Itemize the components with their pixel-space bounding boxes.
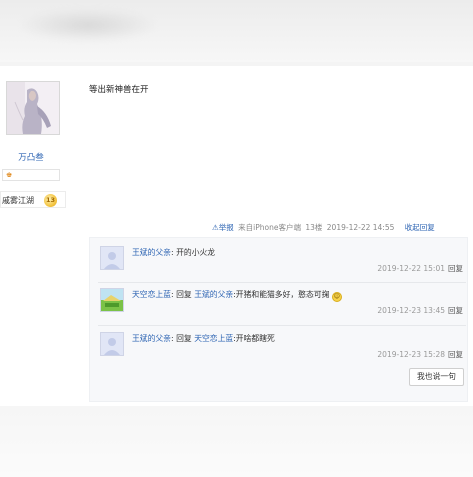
reply-avatar[interactable] <box>100 288 124 312</box>
reply-user[interactable]: 王斌的父亲 <box>132 334 171 343</box>
reply-content: :开猪和能猫多好，憨态可掬 <box>233 290 330 299</box>
reply-content: :开啥都瞎死 <box>233 334 275 343</box>
reply-word: 回复 <box>176 290 192 299</box>
smile-emoji-icon: ☺ <box>331 292 342 302</box>
author-sidebar: 万凸叁 ♚ 戚雾江湖 13 <box>0 66 80 406</box>
reply-content: 开的小火龙 <box>176 248 216 257</box>
reply-meta: 2019-12-23 15:28 回复 <box>377 349 463 360</box>
reply-avatar[interactable] <box>100 332 124 356</box>
reply-item: 天空恋上蓝: 回复 王斌的父亲:开猪和能猫多好，憨态可掬 ☺ 2019-12-2… <box>90 284 469 325</box>
reply-button[interactable]: 回复 <box>448 350 463 359</box>
forum-post: 万凸叁 ♚ 戚雾江湖 13 等出新神兽在开 ⚠举报 来自iPhone客户端 13… <box>0 66 473 406</box>
reply-button[interactable]: 回复 <box>448 306 463 315</box>
reply-avatar[interactable] <box>100 246 124 270</box>
reply-user[interactable]: 王斌的父亲 <box>132 248 171 257</box>
author-level[interactable]: 戚雾江湖 13 <box>0 191 66 208</box>
default-avatar-icon <box>101 247 123 269</box>
reply-list: 王斌的父亲: 开的小火龙 2019-12-22 15:01 回复 天空恋上蓝: 回… <box>89 237 468 402</box>
blurred-header <box>0 0 473 62</box>
landscape-avatar-icon <box>101 289 123 311</box>
reply-separator: : <box>170 248 174 257</box>
reply-separator: : <box>170 290 174 299</box>
reply-time: 2019-12-23 13:45 <box>377 306 445 315</box>
post-meta: ⚠举报 来自iPhone客户端 13楼 2019-12-22 14:55 收起回… <box>212 222 437 234</box>
author-badge: ♚ <box>2 169 60 181</box>
reply-target-user[interactable]: 王斌的父亲 <box>194 290 233 299</box>
reply-separator: : <box>170 334 174 343</box>
reply-time: 2019-12-22 15:01 <box>377 264 445 273</box>
crown-badge-icon: ♚ <box>6 171 13 179</box>
reply-meta: 2019-12-22 15:01 回复 <box>377 263 463 274</box>
blurred-header-content <box>18 8 158 42</box>
collapse-replies-link[interactable]: 收起回复 <box>405 223 435 232</box>
post-time: 2019-12-22 14:55 <box>326 223 395 232</box>
author-name[interactable]: 万凸叁 <box>0 151 62 163</box>
reply-text: 天空恋上蓝: 回复 王斌的父亲:开猪和能猫多好，憨态可掬 ☺ <box>132 289 342 302</box>
reply-word: 回复 <box>176 334 192 343</box>
avatar-image <box>7 82 59 134</box>
post-source[interactable]: 来自iPhone客户端 <box>238 223 301 232</box>
reply-text: 王斌的父亲: 开的小火龙 <box>132 247 215 258</box>
reply-item: 王斌的父亲: 开的小火龙 2019-12-22 15:01 回复 <box>90 242 469 283</box>
post-content: 等出新神兽在开 <box>89 85 149 95</box>
reply-target-user[interactable]: 天空恋上蓝 <box>194 334 233 343</box>
reply-divider <box>98 325 466 326</box>
reply-user[interactable]: 天空恋上蓝 <box>132 290 171 299</box>
page-footer-area <box>0 406 473 477</box>
reply-button[interactable]: 回复 <box>448 264 463 273</box>
say-something-button[interactable]: 我也说一句 <box>409 368 464 386</box>
reply-divider <box>98 282 466 283</box>
reply-time: 2019-12-23 15:28 <box>377 350 445 359</box>
level-number-icon: 13 <box>44 194 57 207</box>
default-avatar-icon <box>101 333 123 355</box>
report-link[interactable]: ⚠举报 <box>212 223 234 232</box>
floor-number: 13楼 <box>305 223 323 232</box>
reply-item: 王斌的父亲: 回复 天空恋上蓝:开啥都瞎死 2019-12-23 15:28 回复 <box>90 328 469 369</box>
reply-text: 王斌的父亲: 回复 天空恋上蓝:开啥都瞎死 <box>132 333 275 344</box>
reply-meta: 2019-12-23 13:45 回复 <box>377 305 463 316</box>
author-avatar[interactable] <box>6 81 60 135</box>
level-name: 戚雾江湖 <box>2 196 34 205</box>
